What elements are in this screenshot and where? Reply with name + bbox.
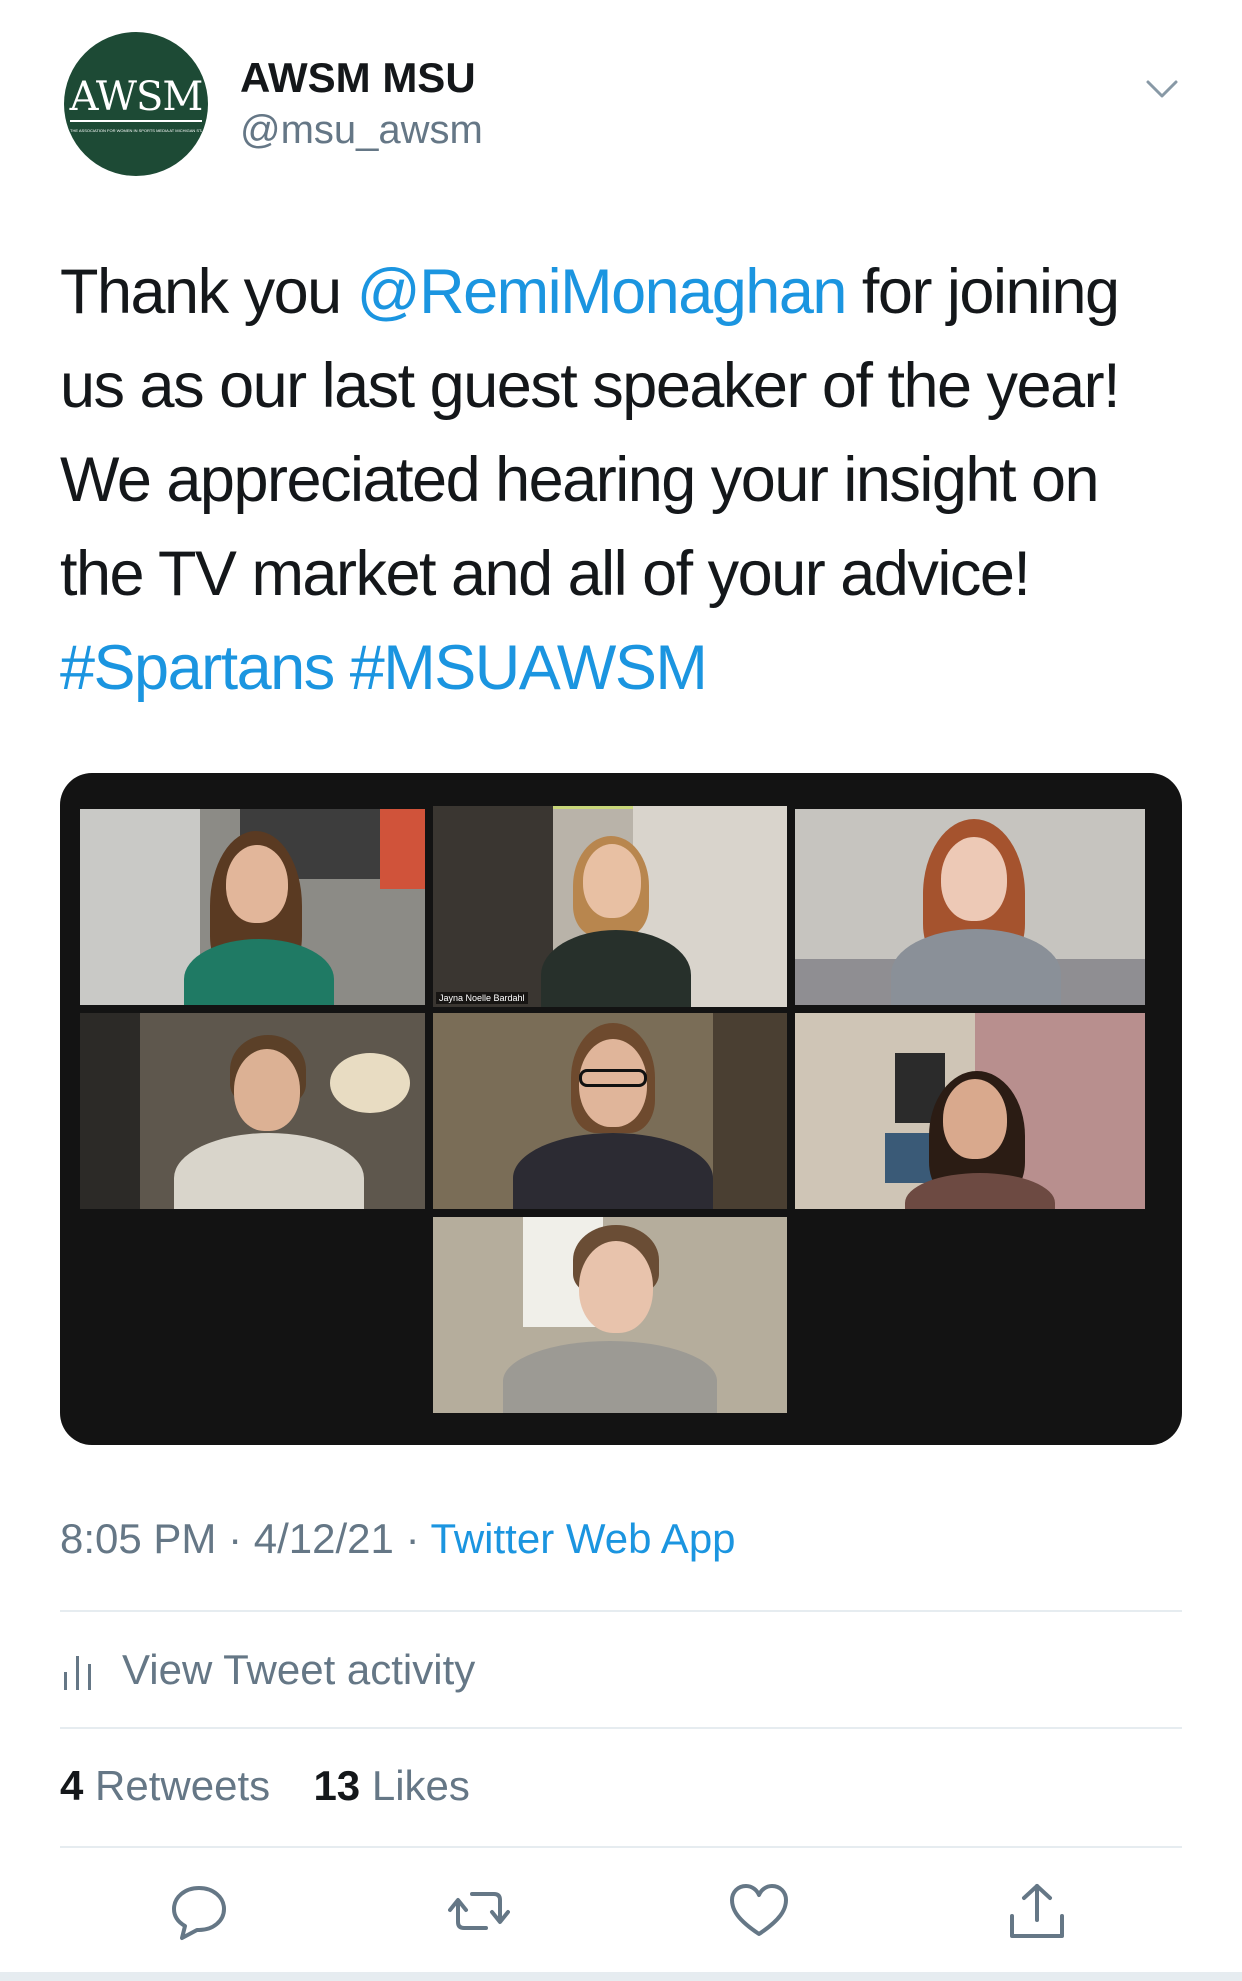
divider bbox=[60, 1727, 1182, 1729]
likes-count: 13 bbox=[313, 1762, 361, 1809]
retweet-icon[interactable] bbox=[448, 1880, 510, 1942]
tweet-text-part: Thank you bbox=[60, 257, 357, 327]
mention-link[interactable]: @RemiMonaghan bbox=[357, 257, 848, 327]
video-tile bbox=[80, 809, 425, 1005]
bar-chart-icon bbox=[64, 1656, 91, 1690]
avatar-background: AWSM THE ASSOCIATION FOR WOMEN IN SPORTS… bbox=[64, 32, 208, 176]
video-tile bbox=[795, 1013, 1145, 1209]
likes-link[interactable]: 13 Likes bbox=[313, 1762, 469, 1809]
tweet-header: AWSM THE ASSOCIATION FOR WOMEN IN SPORTS… bbox=[60, 28, 1182, 180]
hashtag-link[interactable]: #MSUAWSM bbox=[350, 633, 708, 703]
retweets-label: Retweets bbox=[95, 1762, 271, 1809]
video-tile bbox=[433, 1217, 787, 1413]
retweets-count: 4 bbox=[60, 1762, 84, 1809]
reply-icon[interactable] bbox=[168, 1880, 230, 1942]
likes-label: Likes bbox=[371, 1762, 470, 1809]
heart-icon[interactable] bbox=[728, 1880, 790, 1942]
retweets-link[interactable]: 4 Retweets bbox=[60, 1762, 270, 1809]
tweet-action-bar bbox=[0, 1880, 1242, 1950]
divider bbox=[60, 1846, 1182, 1848]
view-tweet-activity-button[interactable]: View Tweet activity bbox=[60, 1640, 475, 1700]
tweet-text-space bbox=[334, 633, 350, 703]
avatar-logo: AWSM bbox=[69, 74, 204, 120]
bottom-separator bbox=[0, 1972, 1242, 1981]
meta-separator: · bbox=[228, 1515, 243, 1562]
engagement-counts: 4 Retweets 13 Likes bbox=[60, 1762, 470, 1810]
tweet-time[interactable]: 8:05 PM bbox=[60, 1515, 216, 1562]
video-tile bbox=[80, 1013, 425, 1209]
view-tweet-activity-label: View Tweet activity bbox=[122, 1646, 476, 1693]
handle[interactable]: @msu_awsm bbox=[240, 108, 483, 153]
share-icon[interactable] bbox=[1006, 1880, 1068, 1942]
display-name[interactable]: AWSM MSU bbox=[240, 54, 476, 102]
tweet-image[interactable]: Jayna Noelle Bardahl bbox=[60, 773, 1182, 1445]
video-tile bbox=[795, 809, 1145, 1005]
tweet-meta: 8:05 PM · 4/12/21 · Twitter Web App bbox=[60, 1515, 736, 1563]
tweet-date[interactable]: 4/12/21 bbox=[254, 1515, 394, 1562]
avatar[interactable]: AWSM THE ASSOCIATION FOR WOMEN IN SPORTS… bbox=[60, 28, 212, 180]
chevron-down-icon[interactable] bbox=[1142, 68, 1182, 108]
video-tile bbox=[433, 1013, 787, 1209]
participant-name-label: Jayna Noelle Bardahl bbox=[436, 992, 528, 1004]
video-tile-active: Jayna Noelle Bardahl bbox=[433, 806, 787, 1007]
hashtag-link[interactable]: #Spartans bbox=[60, 633, 335, 703]
avatar-tagline: THE ASSOCIATION FOR WOMEN IN SPORTS MEDI… bbox=[70, 128, 202, 133]
divider bbox=[60, 1610, 1182, 1612]
meta-separator: · bbox=[405, 1515, 420, 1562]
tweet-text: Thank you @RemiMonaghan for joining us a… bbox=[60, 245, 1190, 715]
tweet-source-link[interactable]: Twitter Web App bbox=[431, 1515, 736, 1562]
avatar-logo-rule bbox=[70, 120, 202, 122]
